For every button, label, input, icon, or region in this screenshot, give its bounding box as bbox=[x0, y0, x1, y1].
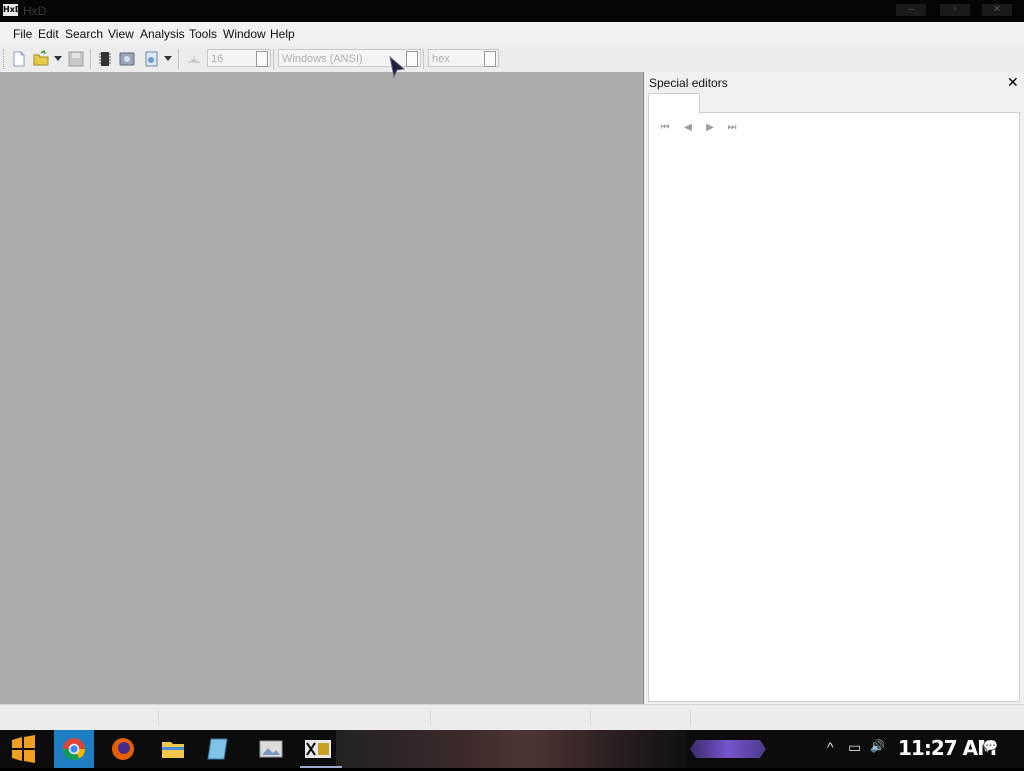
menu-bar: File Edit Search View Analysis Tools Win… bbox=[0, 22, 1024, 46]
bytes-per-row-value: 16 bbox=[211, 53, 224, 65]
chevron-down-icon[interactable] bbox=[484, 51, 496, 67]
previous-icon[interactable]: ◀ bbox=[682, 122, 694, 134]
mouse-cursor-icon bbox=[389, 55, 406, 79]
maximize-button[interactable]: ▫ bbox=[940, 4, 970, 16]
panel-tab[interactable] bbox=[648, 93, 700, 114]
menu-edit[interactable]: Edit bbox=[38, 27, 59, 41]
menu-window[interactable]: Window bbox=[223, 27, 266, 41]
title-bar: HxD HxD – ▫ ✕ bbox=[0, 0, 1024, 22]
chevron-up-icon[interactable]: ^ bbox=[827, 739, 834, 755]
menu-help[interactable]: Help bbox=[270, 27, 295, 41]
menu-analysis[interactable]: Analysis bbox=[140, 27, 185, 41]
toolbar-separator bbox=[178, 49, 179, 69]
taskbar: ^ ▭ 🔊 11:27 AM 💬 bbox=[0, 730, 1024, 768]
toolbar-separator bbox=[273, 49, 274, 69]
taskbar-accent bbox=[690, 740, 766, 758]
status-separator bbox=[430, 710, 431, 726]
last-icon[interactable]: ⏭ bbox=[726, 122, 738, 134]
editor-workspace[interactable] bbox=[0, 72, 644, 704]
disk-icon[interactable] bbox=[118, 50, 136, 68]
special-editors-panel: Special editors ✕ ⏮ ◀ ▶ ⏭ bbox=[644, 72, 1024, 704]
jump-icon[interactable] bbox=[185, 50, 203, 68]
save-icon[interactable] bbox=[67, 50, 85, 68]
status-separator bbox=[158, 710, 159, 726]
app-icon: HxD bbox=[3, 4, 22, 16]
menu-tools[interactable]: Tools bbox=[189, 27, 217, 41]
dropdown-arrow-icon[interactable] bbox=[54, 56, 62, 62]
chrome-icon[interactable] bbox=[54, 730, 94, 768]
status-separator bbox=[690, 710, 691, 726]
open-file-icon[interactable] bbox=[32, 50, 50, 68]
photos-icon[interactable] bbox=[256, 734, 286, 764]
status-bar bbox=[0, 704, 1024, 731]
charset-value: Windows (ANSI) bbox=[282, 53, 363, 65]
taskbar-clock[interactable]: 11:27 AM bbox=[898, 736, 997, 760]
notepad-icon[interactable] bbox=[203, 734, 233, 764]
close-icon[interactable]: ✕ bbox=[1007, 74, 1019, 91]
menu-search[interactable]: Search bbox=[65, 27, 103, 41]
ram-icon[interactable] bbox=[96, 50, 114, 68]
taskbar-wallpaper bbox=[336, 730, 686, 768]
next-icon[interactable]: ▶ bbox=[704, 122, 716, 134]
panel-body bbox=[648, 112, 1020, 702]
offset-base-value: hex bbox=[432, 53, 450, 65]
network-icon[interactable]: ▭ bbox=[848, 739, 861, 756]
panel-title: Special editors bbox=[649, 76, 728, 90]
status-separator bbox=[590, 710, 591, 726]
toolbar-grip[interactable] bbox=[3, 49, 7, 69]
minimize-button[interactable]: – bbox=[896, 4, 926, 16]
menu-view[interactable]: View bbox=[108, 27, 134, 41]
toolbar-separator bbox=[90, 49, 91, 69]
export-icon[interactable] bbox=[143, 50, 161, 68]
start-icon[interactable] bbox=[8, 734, 38, 764]
offset-base-select[interactable]: hex bbox=[428, 49, 499, 67]
close-button[interactable]: ✕ bbox=[982, 4, 1012, 16]
toolbar: 16 Windows (ANSI) hex bbox=[0, 46, 1024, 73]
menu-file[interactable]: File bbox=[13, 27, 32, 41]
new-file-icon[interactable] bbox=[10, 50, 28, 68]
file-explorer-icon[interactable] bbox=[158, 734, 188, 764]
first-icon[interactable]: ⏮ bbox=[659, 122, 671, 134]
firefox-icon[interactable] bbox=[108, 734, 138, 764]
volume-icon[interactable]: 🔊 bbox=[870, 739, 885, 753]
hxd-icon[interactable] bbox=[305, 740, 331, 758]
bytes-per-row-select[interactable]: 16 bbox=[207, 49, 271, 67]
dropdown-arrow-icon[interactable] bbox=[164, 56, 172, 62]
chevron-down-icon[interactable] bbox=[256, 51, 268, 67]
toolbar-separator bbox=[423, 49, 424, 69]
window-title: HxD bbox=[23, 4, 47, 18]
notification-icon[interactable]: 💬 bbox=[983, 739, 998, 753]
